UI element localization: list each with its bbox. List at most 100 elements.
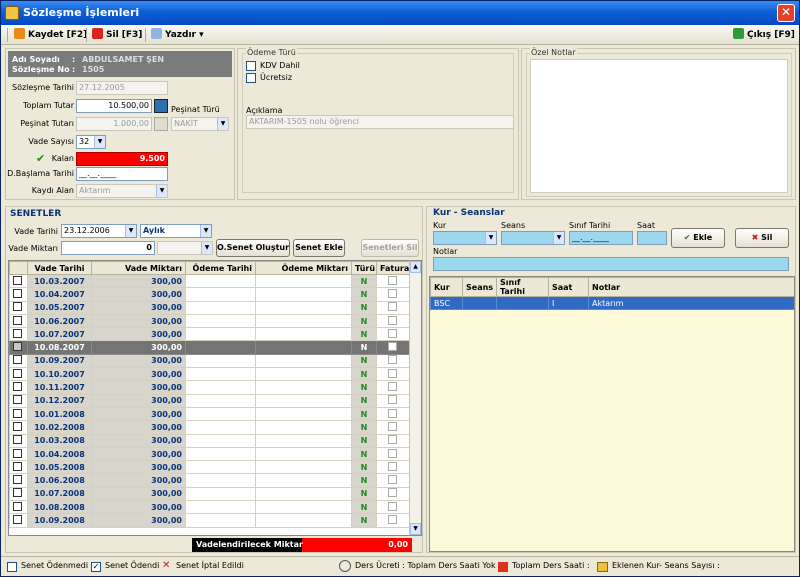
- course-start-field[interactable]: __.__.____: [76, 167, 168, 181]
- column-header-hour[interactable]: Saat: [548, 277, 589, 297]
- row-status-checkbox[interactable]: [13, 514, 22, 524]
- down-payment-type-select[interactable]: NAKİT ▼: [171, 117, 229, 131]
- row-status-checkbox[interactable]: [13, 275, 22, 285]
- invoice-checkbox[interactable]: [388, 501, 397, 511]
- create-notes-button[interactable]: O.Senet Oluştur: [216, 239, 290, 257]
- class-date-field[interactable]: __.__.____: [569, 231, 633, 245]
- column-header-class-date[interactable]: Sınıf Tarihi: [496, 277, 549, 297]
- invoice-checkbox[interactable]: [388, 328, 397, 338]
- row-status-checkbox[interactable]: [13, 461, 22, 471]
- invoice-checkbox[interactable]: [388, 421, 397, 431]
- invoice-checkbox[interactable]: [388, 435, 397, 445]
- scroll-up-icon[interactable]: ▲: [410, 261, 421, 273]
- row-status-checkbox[interactable]: [13, 488, 22, 498]
- table-row[interactable]: 10.11.2007 300,00 N: [9, 380, 412, 395]
- row-status-checkbox[interactable]: [13, 315, 22, 325]
- row-status-checkbox[interactable]: [13, 395, 22, 405]
- table-row[interactable]: 10.04.2008 300,00 N: [9, 446, 412, 462]
- installment-type-select[interactable]: ▼: [157, 241, 213, 255]
- print-button[interactable]: Yazdır ▾: [151, 28, 204, 42]
- table-row[interactable]: 10.05.2008 300,00 N: [9, 460, 412, 475]
- calculator-icon[interactable]: [154, 99, 168, 113]
- total-amount-field[interactable]: 10.500,00: [76, 99, 152, 113]
- table-row[interactable]: 10.06.2007 300,00 N: [9, 313, 412, 329]
- delete-session-button[interactable]: ✖ Sil: [735, 228, 789, 248]
- add-note-button[interactable]: Senet Ekle: [293, 239, 345, 257]
- column-header-due-date[interactable]: Vade Tarihi: [27, 261, 92, 275]
- invoice-checkbox[interactable]: [388, 488, 397, 498]
- table-row[interactable]: 10.08.2008 300,00 N: [9, 500, 412, 515]
- column-header-type[interactable]: Türü: [351, 261, 377, 275]
- notes-textarea[interactable]: [530, 59, 788, 193]
- scroll-down-icon[interactable]: ▼: [410, 523, 421, 535]
- invoice-checkbox[interactable]: [388, 382, 397, 392]
- column-header-invoice[interactable]: Fatura: [376, 261, 412, 275]
- table-row[interactable]: 10.09.2007 300,00 N: [9, 353, 412, 369]
- row-status-checkbox[interactable]: [13, 355, 22, 365]
- row-status-checkbox[interactable]: [13, 475, 22, 485]
- vertical-scrollbar[interactable]: ▲ ▼: [409, 261, 421, 535]
- table-row[interactable]: 10.07.2008 300,00 N: [9, 486, 412, 502]
- registered-by-select[interactable]: Aktarım ▼: [76, 184, 168, 198]
- table-row[interactable]: 10.07.2007 300,00 N: [9, 327, 412, 342]
- table-row[interactable]: 10.03.2007 300,00 N: [9, 273, 412, 289]
- installment-amount-field[interactable]: 0: [61, 241, 155, 255]
- table-row[interactable]: 10.05.2007 300,00 N: [9, 300, 412, 315]
- invoice-checkbox[interactable]: [388, 408, 397, 418]
- hour-field[interactable]: [637, 231, 667, 245]
- table-row[interactable]: 10.01.2008 300,00 N: [9, 406, 412, 422]
- table-row[interactable]: 10.06.2008 300,00 N: [9, 473, 412, 488]
- installment-count-select[interactable]: 32 ▼: [76, 135, 106, 149]
- delete-notes-button[interactable]: Senetleri Sil: [361, 239, 419, 257]
- contract-date-field[interactable]: 27.12.2005: [76, 81, 168, 95]
- column-header-course[interactable]: Kur: [430, 277, 463, 297]
- row-status-checkbox[interactable]: [13, 302, 22, 312]
- row-status-checkbox[interactable]: [13, 382, 22, 392]
- table-row[interactable]: 10.09.2008 300,00 N: [9, 513, 412, 528]
- column-header-amount[interactable]: Vade Miktarı: [91, 261, 186, 275]
- invoice-checkbox[interactable]: [388, 461, 397, 471]
- free-checkbox[interactable]: [246, 73, 256, 83]
- due-date-select[interactable]: 23.12.2006 ▼: [61, 224, 137, 238]
- row-status-checkbox[interactable]: [13, 342, 22, 352]
- column-header-notes[interactable]: Notlar: [588, 277, 794, 297]
- course-select[interactable]: ▼: [433, 231, 497, 245]
- row-status-checkbox[interactable]: [13, 501, 22, 511]
- description-field[interactable]: AKTARIM-1505 nolu öğrenci: [246, 115, 514, 129]
- column-header-payment-amount[interactable]: Ödeme Miktarı: [255, 261, 352, 275]
- row-status-checkbox[interactable]: [13, 408, 22, 418]
- row-status-checkbox[interactable]: [13, 368, 22, 378]
- table-row[interactable]: 10.02.2008 300,00 N: [9, 420, 412, 435]
- row-status-checkbox[interactable]: [13, 435, 22, 445]
- row-status-checkbox[interactable]: [13, 328, 22, 338]
- close-button[interactable]: ✕: [777, 4, 795, 22]
- table-row[interactable]: 10.08.2007 300,00 N: [9, 340, 412, 355]
- invoice-checkbox[interactable]: [388, 342, 397, 352]
- delete-button[interactable]: Sil [F3]: [92, 28, 142, 42]
- invoice-checkbox[interactable]: [388, 288, 397, 298]
- table-row[interactable]: 10.12.2007 300,00 N: [9, 393, 412, 408]
- down-payment-field[interactable]: 1.000,00: [76, 117, 152, 131]
- calculator-icon[interactable]: [154, 117, 168, 131]
- session-select[interactable]: ▼: [501, 231, 565, 245]
- invoice-checkbox[interactable]: [388, 275, 397, 285]
- row-status-checkbox[interactable]: [13, 448, 22, 458]
- invoice-checkbox[interactable]: [388, 448, 397, 458]
- period-select[interactable]: Aylık ▼: [140, 224, 212, 238]
- invoice-checkbox[interactable]: [388, 514, 397, 524]
- invoice-checkbox[interactable]: [388, 315, 397, 325]
- save-button[interactable]: Kaydet [F2]: [14, 28, 87, 42]
- table-row[interactable]: 10.04.2007 300,00 N: [9, 287, 412, 302]
- exit-button[interactable]: Çıkış [F9]: [733, 28, 795, 42]
- table-row[interactable]: BSC I Aktarım: [430, 295, 794, 311]
- invoice-checkbox[interactable]: [388, 368, 397, 378]
- add-session-button[interactable]: ✔ Ekle: [671, 228, 725, 248]
- column-header-session[interactable]: Seans: [462, 277, 497, 297]
- invoice-checkbox[interactable]: [388, 475, 397, 485]
- invoice-checkbox[interactable]: [388, 302, 397, 312]
- row-status-checkbox[interactable]: [13, 421, 22, 431]
- invoice-checkbox[interactable]: [388, 395, 397, 405]
- invoice-checkbox[interactable]: [388, 355, 397, 365]
- session-notes-field[interactable]: [433, 257, 789, 271]
- column-header-payment-date[interactable]: Ödeme Tarihi: [185, 261, 256, 275]
